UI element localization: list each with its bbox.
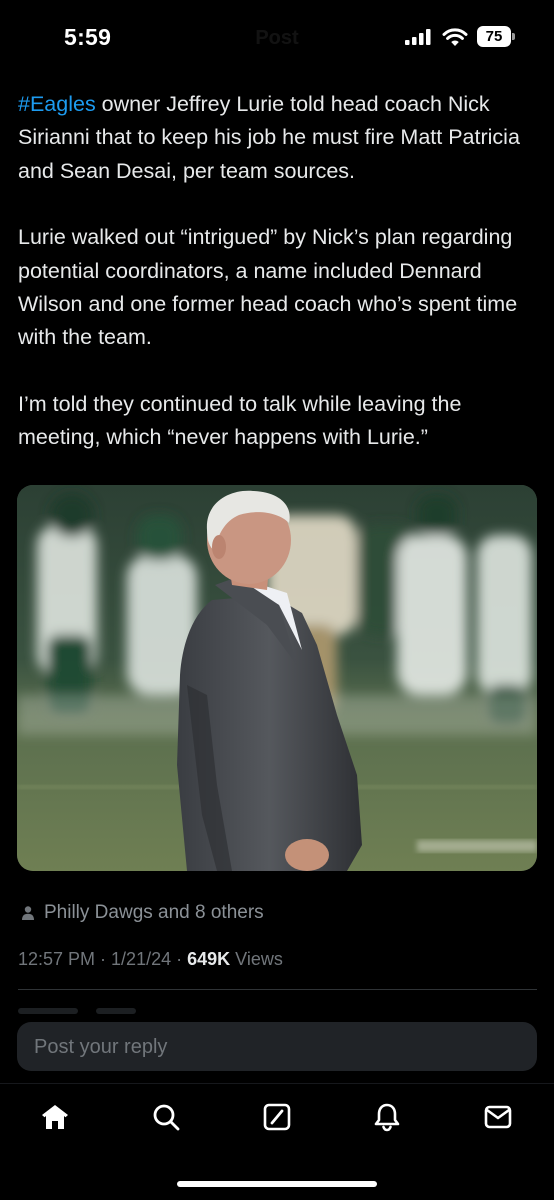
post-paragraph-2: Lurie walked out “intrigued” by Nick’s p… (18, 225, 518, 350)
meta-separator: · (171, 949, 188, 969)
post-paragraph-1: #Eagles owner Jeffrey Lurie told head co… (18, 88, 540, 188)
post-date: 1/21/24 (111, 949, 172, 969)
post-text: #Eagles owner Jeffrey Lurie told head co… (18, 88, 540, 455)
person-icon (22, 906, 34, 920)
compose-icon (263, 1103, 291, 1131)
search-icon (153, 1104, 180, 1131)
battery-icon: 75 (477, 26, 515, 47)
photo-man-in-suit-on-field (17, 485, 537, 871)
battery-level: 75 (485, 28, 503, 45)
post-image[interactable] (17, 485, 537, 871)
header-title: Post (255, 27, 299, 49)
status-bar: 5:59 Post 75 (0, 0, 554, 68)
post-detail-screen: 5:59 Post 75 #Eagles owner Jeffrey Lurie… (0, 0, 554, 1200)
reply-input[interactable]: Post your reply (17, 1022, 537, 1071)
wifi-icon (442, 28, 468, 46)
home-icon (42, 1105, 68, 1129)
tab-compose[interactable] (260, 1100, 294, 1134)
social-context-text: Philly Dawgs and 8 others (44, 902, 264, 923)
notifications-icon (374, 1103, 400, 1132)
social-context[interactable]: Philly Dawgs and 8 others (20, 902, 264, 924)
home-indicator[interactable] (177, 1181, 377, 1187)
views-label: Views (230, 949, 283, 969)
tab-home[interactable] (38, 1100, 72, 1134)
cellular-signal-icon (405, 29, 431, 45)
obscured-engagement-row (18, 1001, 537, 1021)
post-meta: 12:57 PM · 1/21/24 · 649K Views (18, 949, 283, 970)
post-paragraph-3: I’m told they continued to talk while le… (18, 391, 462, 450)
post-time: 12:57 PM (18, 949, 96, 969)
hashtag-link[interactable]: #Eagles (18, 92, 96, 116)
divider (18, 989, 537, 990)
tab-notifications[interactable] (370, 1100, 404, 1134)
messages-icon (484, 1105, 512, 1129)
reply-placeholder: Post your reply (34, 1036, 168, 1058)
tab-messages[interactable] (481, 1100, 515, 1134)
meta-separator: · (95, 949, 112, 969)
views-count[interactable]: 649K (187, 949, 230, 969)
tab-search[interactable] (149, 1100, 183, 1134)
